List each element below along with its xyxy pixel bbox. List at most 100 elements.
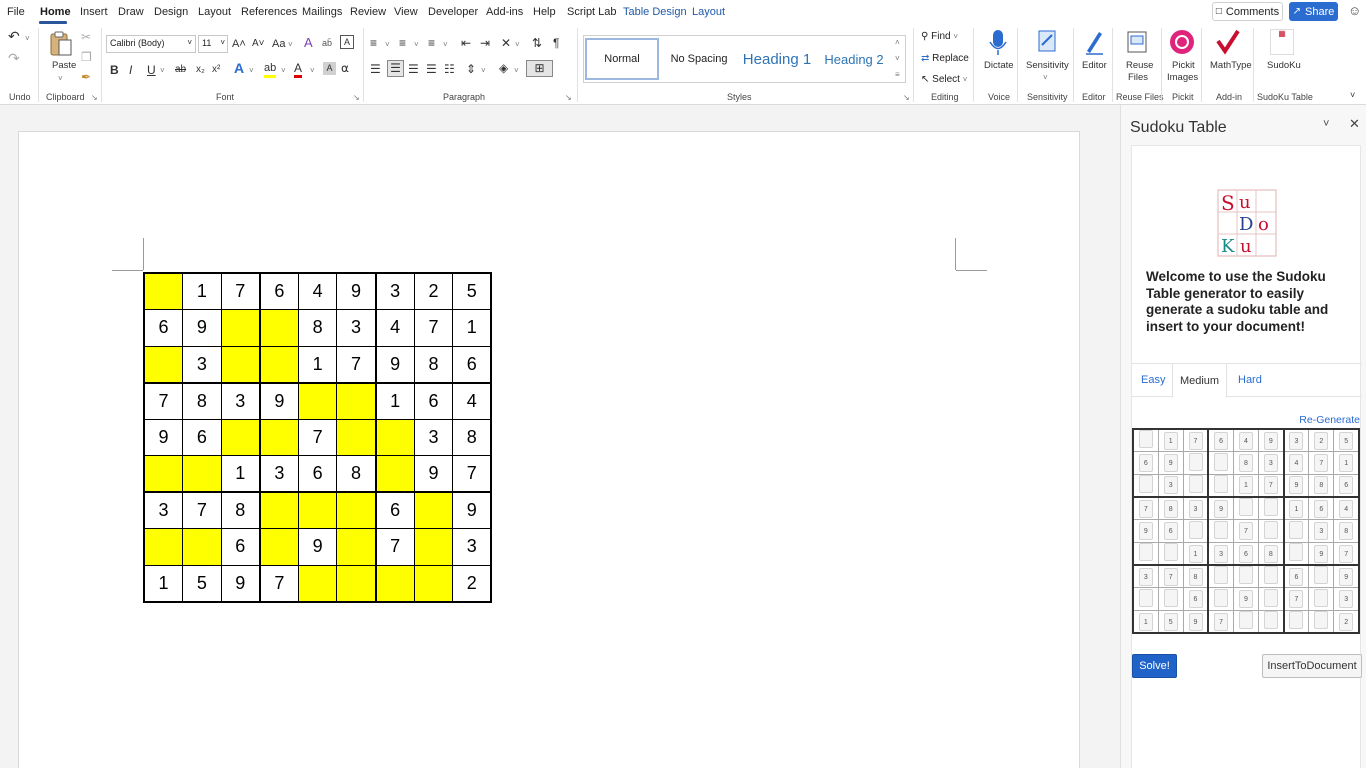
- sudoku-cell[interactable]: [258, 418, 299, 456]
- find-button[interactable]: ⚲ Find ˅: [921, 31, 958, 42]
- collapse-ribbon-icon[interactable]: ˅: [1350, 88, 1355, 102]
- styles-scroll-down-icon[interactable]: ˅: [895, 52, 900, 66]
- bullets-icon[interactable]: ≡: [370, 36, 377, 50]
- styles-more-icon[interactable]: ≡: [895, 68, 900, 82]
- preview-cell-input[interactable]: 3: [1314, 522, 1329, 541]
- tab-table-layout[interactable]: Layout: [692, 6, 725, 18]
- dictate-button[interactable]: [988, 29, 1008, 57]
- sudoku-cell[interactable]: 3: [374, 272, 415, 310]
- paragraph-launcher-icon[interactable]: ↘: [565, 93, 572, 102]
- sudoku-cell[interactable]: 1: [143, 564, 184, 602]
- preview-cell-input[interactable]: 3: [1289, 431, 1304, 450]
- preview-cell-input[interactable]: [1263, 611, 1278, 630]
- sudoku-cell[interactable]: 6: [258, 272, 299, 310]
- preview-cell-input[interactable]: 7: [1238, 522, 1253, 541]
- preview-cell-input[interactable]: [1163, 588, 1178, 607]
- highlight-color-icon[interactable]: ab: [264, 61, 277, 78]
- sudoku-cell[interactable]: 6: [182, 418, 222, 456]
- tab-developer[interactable]: Developer: [428, 6, 478, 18]
- asian-layout-icon[interactable]: ✕: [501, 36, 511, 50]
- align-center-icon[interactable]: ☰: [387, 60, 404, 77]
- multilevel-list-icon[interactable]: ≡: [428, 36, 435, 50]
- sudoku-cell[interactable]: [336, 418, 377, 456]
- preview-cell-input[interactable]: [1314, 611, 1329, 630]
- preview-cell-input[interactable]: 7: [1163, 567, 1178, 586]
- sudoku-cell[interactable]: 8: [297, 309, 338, 347]
- sudoku-cell[interactable]: [258, 491, 299, 529]
- sudoku-cell[interactable]: 2: [452, 564, 492, 602]
- tab-easy[interactable]: Easy: [1141, 374, 1165, 386]
- numbering-icon[interactable]: ≡: [399, 36, 406, 50]
- solve-button[interactable]: Solve!: [1132, 654, 1177, 678]
- style-no-spacing[interactable]: No Spacing: [663, 38, 735, 80]
- character-shading-icon[interactable]: A: [323, 62, 336, 75]
- share-button[interactable]: ↗ Share: [1289, 2, 1338, 21]
- align-right-icon[interactable]: ☰: [408, 62, 419, 76]
- sudoku-cell[interactable]: 9: [297, 528, 338, 566]
- sudoku-button[interactable]: ▦: [1270, 29, 1294, 55]
- sudoku-cell[interactable]: [336, 564, 377, 602]
- sudoku-cell[interactable]: 6: [452, 345, 492, 383]
- preview-cell-input[interactable]: 1: [1138, 612, 1153, 631]
- sudoku-cell[interactable]: 7: [143, 381, 184, 420]
- subscript-icon[interactable]: x₂: [196, 63, 205, 77]
- italic-icon[interactable]: I: [129, 63, 132, 77]
- format-painter-icon[interactable]: ✒: [81, 70, 91, 84]
- sudoku-table[interactable]: 1764932569834713179867839164967381368973…: [143, 272, 493, 603]
- style-heading-1[interactable]: Heading 1: [740, 38, 814, 80]
- preview-cell-input[interactable]: 1: [1339, 454, 1354, 473]
- preview-cell-input[interactable]: [1263, 498, 1278, 517]
- sudoku-cell[interactable]: 4: [452, 381, 492, 420]
- sudoku-cell[interactable]: [297, 491, 338, 529]
- preview-cell-input[interactable]: 4: [1339, 499, 1354, 518]
- preview-cell-input[interactable]: 3: [1263, 454, 1278, 473]
- style-normal[interactable]: Normal: [585, 38, 659, 80]
- preview-cell-input[interactable]: 2: [1339, 612, 1354, 631]
- tab-layout[interactable]: Layout: [198, 6, 231, 18]
- preview-cell-input[interactable]: 4: [1289, 454, 1304, 473]
- sudoku-cell[interactable]: 7: [182, 491, 222, 529]
- font-size-combo[interactable]: 11 ˅: [198, 35, 228, 53]
- sudoku-cell[interactable]: [336, 491, 377, 529]
- sudoku-cell[interactable]: 3: [220, 381, 261, 420]
- clipboard-launcher-icon[interactable]: ↘: [91, 93, 98, 102]
- sudoku-cell[interactable]: 6: [297, 455, 338, 493]
- preview-cell-input[interactable]: [1263, 566, 1278, 585]
- highlight-dropdown-icon[interactable]: ˅: [281, 64, 286, 78]
- preview-cell-input[interactable]: [1138, 543, 1153, 562]
- preview-cell-input[interactable]: [1188, 452, 1203, 471]
- sudoku-cell[interactable]: 3: [452, 528, 492, 566]
- sudoku-cell[interactable]: 1: [297, 345, 338, 383]
- sudoku-cell[interactable]: 5: [182, 564, 222, 602]
- preview-cell-input[interactable]: [1314, 588, 1329, 607]
- preview-cell-input[interactable]: 9: [1214, 499, 1229, 518]
- bold-icon[interactable]: B: [110, 63, 119, 77]
- preview-cell-input[interactable]: 8: [1263, 544, 1278, 563]
- sudoku-cell[interactable]: 2: [413, 272, 454, 310]
- replace-button[interactable]: ⇄ Replace: [921, 53, 969, 64]
- sudoku-cell[interactable]: 9: [413, 455, 454, 493]
- shading-dropdown-icon[interactable]: ˅: [514, 64, 519, 78]
- preview-cell-input[interactable]: 8: [1238, 454, 1253, 473]
- change-case-icon[interactable]: Aa: [272, 37, 285, 51]
- sudoku-cell[interactable]: 9: [336, 272, 377, 310]
- preview-cell-input[interactable]: 3: [1214, 544, 1229, 563]
- tab-help[interactable]: Help: [533, 6, 556, 18]
- sudoku-cell[interactable]: [143, 272, 184, 310]
- sudoku-cell[interactable]: 1: [452, 309, 492, 347]
- preview-cell-input[interactable]: 8: [1339, 522, 1354, 541]
- text-effects-icon[interactable]: A: [234, 61, 244, 75]
- sudoku-cell[interactable]: 7: [297, 418, 338, 456]
- sudoku-cell[interactable]: 4: [374, 309, 415, 347]
- tab-addins[interactable]: Add-ins: [486, 6, 523, 18]
- sensitivity-button[interactable]: [1036, 29, 1058, 55]
- preview-cell-input[interactable]: 5: [1163, 612, 1178, 631]
- sudoku-cell[interactable]: 7: [258, 564, 299, 602]
- preview-cell-input[interactable]: [1289, 611, 1304, 630]
- preview-cell-input[interactable]: [1263, 588, 1278, 607]
- font-name-combo[interactable]: Calibri (Body) ˅: [106, 35, 196, 53]
- font-color-dropdown-icon[interactable]: ˅: [310, 64, 315, 78]
- font-color-icon[interactable]: A: [294, 61, 303, 78]
- preview-cell-input[interactable]: 6: [1138, 454, 1153, 473]
- underline-dropdown-icon[interactable]: ˅: [160, 64, 165, 78]
